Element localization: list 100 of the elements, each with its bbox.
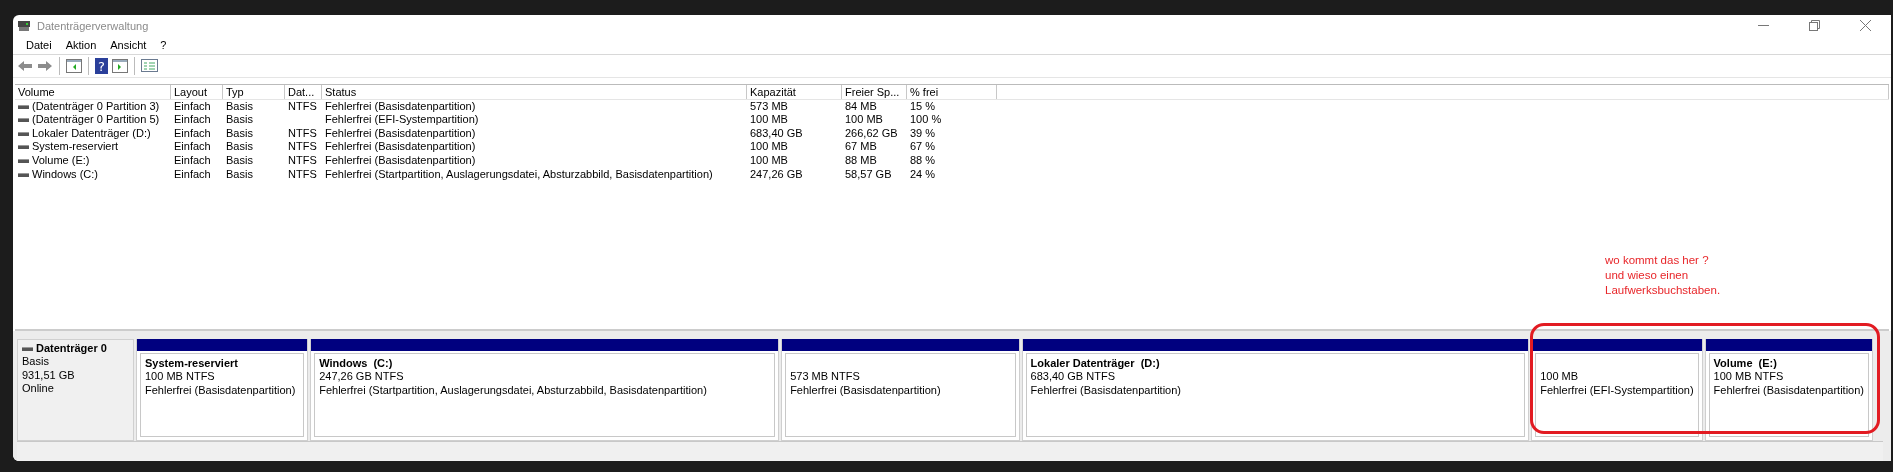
- partition-block[interactable]: 100 MB Fehlerfrei (EFI-Systempartition): [1531, 339, 1703, 441]
- table-cell: Einfach: [174, 153, 211, 166]
- table-cell: NTFS: [288, 167, 317, 180]
- column-header[interactable]: % frei: [907, 84, 997, 99]
- back-arrow-icon[interactable]: [17, 58, 33, 73]
- window-title: Datenträgerverwaltung: [37, 18, 149, 34]
- menu-item[interactable]: Aktion: [58, 37, 104, 54]
- action-pane-icon[interactable]: [112, 58, 128, 73]
- table-cell: NTFS: [288, 99, 317, 112]
- annotation-text: Laufwerksbuchstaben.: [1605, 284, 1721, 296]
- console-tree-icon[interactable]: [66, 58, 82, 73]
- table-cell: System-reserviert: [32, 140, 119, 153]
- table-cell: Basis: [226, 153, 253, 166]
- drive-icon: [18, 131, 29, 136]
- table-cell: NTFS: [288, 153, 317, 166]
- table-cell: (Datenträger 0 Partition 3): [32, 99, 160, 112]
- drive-icon: [18, 118, 29, 123]
- table-cell: Fehlerfrei (Startpartition, Auslagerungsdatei, Absturzabbild, Basisdatenpartition): [325, 167, 713, 180]
- partition-status: Fehlerfrei (EFI-Systempartition): [1540, 384, 1694, 396]
- partition-size: 100 MB: [1540, 370, 1579, 383]
- table-cell: 67 %: [910, 140, 936, 153]
- table-cell: 84 MB: [845, 99, 877, 112]
- partition-title: System-reserviert: [145, 357, 238, 369]
- partition-size: 683,40 GB NTFS: [1030, 370, 1115, 383]
- table-cell: 39 %: [910, 126, 936, 139]
- column-header[interactable]: Typ: [223, 84, 285, 99]
- table-cell: Einfach: [174, 99, 211, 112]
- help-icon[interactable]: ?: [95, 57, 108, 74]
- column-header[interactable]: Status: [322, 84, 747, 99]
- partition-size: 247,26 GB NTFS: [319, 370, 404, 383]
- table-cell: 573 MB: [750, 99, 788, 112]
- drive-icon: [18, 172, 29, 177]
- table-cell: 683,40 GB: [750, 126, 803, 139]
- menu-item[interactable]: ?: [153, 37, 174, 54]
- partition-block[interactable]: System-reserviert 100 MB NTFS Fehlerfrei (Basisdatenpartition): [136, 339, 309, 441]
- forward-arrow-icon[interactable]: [37, 58, 53, 73]
- partition-title: Volume (E:): [1713, 357, 1777, 369]
- table-cell: Lokaler Datenträger (D:): [32, 126, 151, 139]
- table-cell: NTFS: [288, 126, 317, 139]
- disk-management-icon: [17, 19, 31, 32]
- disk-name: Datenträger 0: [36, 342, 107, 354]
- partition-block[interactable]: Lokaler Datenträger (D:) 683,40 GB NTFS Fehlerfrei (Basisdatenpartition): [1021, 339, 1530, 441]
- partition-size: 100 MB NTFS: [145, 370, 215, 383]
- partition-status: Fehlerfrei (Basisdatenpartition): [1030, 384, 1181, 396]
- table-cell: Einfach: [174, 167, 211, 180]
- menu-item[interactable]: Datei: [19, 37, 59, 54]
- table-cell: 58,57 GB: [845, 167, 892, 180]
- partition-title: Lokaler Datenträger (D:): [1030, 357, 1160, 369]
- table-cell: 15 %: [910, 99, 936, 112]
- table-cell: 266,62 GB: [845, 126, 898, 139]
- table-cell: Einfach: [174, 140, 211, 153]
- drive-icon: [18, 104, 29, 109]
- partition-status: Fehlerfrei (Startpartition, Auslagerungsdatei, Absturzabbild, Basisdatenpartition): [319, 384, 707, 396]
- disk-detail: Basis: [22, 355, 49, 368]
- partition-block[interactable]: 573 MB NTFS Fehlerfrei (Basisdatenpartition): [781, 339, 1020, 441]
- table-cell: Einfach: [174, 113, 211, 126]
- table-cell: Fehlerfrei (Basisdatenpartition): [325, 140, 476, 153]
- properties-icon[interactable]: [141, 59, 158, 73]
- table-cell: 100 MB: [750, 113, 788, 126]
- table-cell: Fehlerfrei (Basisdatenpartition): [325, 99, 476, 112]
- disk-detail: 931,51 GB: [22, 369, 75, 381]
- table-cell: Fehlerfrei (Basisdatenpartition): [325, 153, 476, 166]
- table-cell: 100 MB: [845, 113, 883, 126]
- table-cell: NTFS: [288, 140, 317, 153]
- table-cell: Basis: [226, 140, 253, 153]
- column-header[interactable]: Volume: [15, 84, 171, 99]
- partition-status: Fehlerfrei (Basisdatenpartition): [1713, 384, 1864, 396]
- partition-status: Fehlerfrei (Basisdatenpartition): [790, 384, 941, 396]
- partition-block[interactable]: Volume (E:) 100 MB NTFS Fehlerfrei (Basisdatenpartition): [1704, 339, 1873, 441]
- table-cell: 24 %: [910, 167, 936, 180]
- table-cell: Fehlerfrei (EFI-Systempartition): [325, 113, 479, 126]
- table-cell: Fehlerfrei (Basisdatenpartition): [325, 126, 476, 139]
- table-cell: 100 MB: [750, 153, 788, 166]
- column-header[interactable]: Dat...: [285, 84, 322, 99]
- drive-icon: [22, 347, 33, 352]
- table-cell: Basis: [226, 113, 253, 126]
- drive-icon: [18, 145, 29, 150]
- restore-button[interactable]: [1809, 20, 1820, 32]
- table-cell: 88 %: [910, 153, 936, 166]
- table-cell: Basis: [226, 126, 253, 139]
- partition-block[interactable]: Windows (C:) 247,26 GB NTFS Fehlerfrei (Startpartition, Auslagerungsdatei, Absturzabbild, Basisdatenpartition): [310, 339, 780, 441]
- table-cell: 88 MB: [845, 153, 877, 166]
- annotation-text: und wieso einen: [1605, 269, 1689, 281]
- table-cell: 100 %: [910, 113, 942, 126]
- drive-icon: [18, 159, 29, 164]
- column-header[interactable]: Freier Sp...: [842, 84, 907, 99]
- partition-status: Fehlerfrei (Basisdatenpartition): [145, 384, 296, 396]
- partition-size: 100 MB NTFS: [1713, 370, 1784, 383]
- disk-detail: Online: [22, 382, 54, 395]
- column-header[interactable]: Kapazität: [747, 84, 842, 99]
- close-button[interactable]: [1860, 20, 1871, 32]
- table-cell: 247,26 GB: [750, 167, 803, 180]
- menu-item[interactable]: Ansicht: [103, 37, 154, 54]
- table-cell: Windows (C:): [32, 167, 98, 180]
- table-cell: Einfach: [174, 126, 211, 139]
- table-cell: Basis: [226, 99, 253, 112]
- column-header[interactable]: Layout: [171, 84, 223, 99]
- table-cell: Basis: [226, 167, 253, 180]
- annotation-text: wo kommt das her ?: [1605, 254, 1709, 266]
- partition-size: 573 MB NTFS: [790, 370, 860, 383]
